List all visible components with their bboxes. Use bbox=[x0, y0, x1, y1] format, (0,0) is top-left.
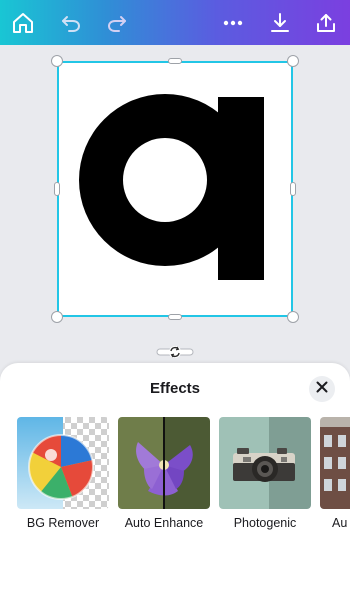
letter-a-graphic[interactable] bbox=[58, 62, 292, 316]
home-icon[interactable] bbox=[8, 8, 38, 38]
download-icon[interactable] bbox=[265, 8, 295, 38]
resize-handle-left[interactable] bbox=[54, 182, 60, 196]
resize-handle-top-left[interactable] bbox=[51, 55, 63, 67]
auto-enhance-thumbnail bbox=[118, 417, 210, 509]
bg-remover-thumbnail bbox=[17, 417, 109, 509]
effect-label: BG Remover bbox=[26, 516, 100, 530]
effect-label: Photogenic bbox=[233, 516, 297, 530]
effects-panel: Effects BG Remover Auto Enhance Photogen… bbox=[0, 363, 350, 596]
more-icon[interactable] bbox=[218, 8, 248, 38]
effects-list[interactable]: BG Remover Auto Enhance Photogenic Au bbox=[17, 417, 350, 537]
undo-icon[interactable] bbox=[56, 8, 86, 38]
effect-label: Auto Enhance bbox=[124, 516, 204, 530]
effect-photogenic[interactable]: Photogenic bbox=[219, 417, 311, 530]
resize-handle-bottom-left[interactable] bbox=[51, 311, 63, 323]
effect-partial[interactable]: Au bbox=[320, 417, 350, 530]
effect-auto-enhance[interactable]: Auto Enhance bbox=[118, 417, 210, 530]
redo-icon[interactable] bbox=[102, 8, 132, 38]
resize-handle-bottom[interactable] bbox=[168, 314, 182, 320]
share-icon[interactable] bbox=[311, 8, 341, 38]
close-button[interactable] bbox=[309, 376, 335, 402]
resize-handle-right[interactable] bbox=[290, 182, 296, 196]
effect-label: Au bbox=[332, 516, 348, 530]
design-page[interactable] bbox=[58, 62, 292, 316]
partial-effect-thumbnail bbox=[320, 417, 350, 509]
top-toolbar bbox=[0, 0, 350, 45]
resize-handle-bottom-right[interactable] bbox=[287, 311, 299, 323]
photogenic-thumbnail bbox=[219, 417, 311, 509]
close-icon bbox=[316, 380, 328, 398]
resize-handle-top-right[interactable] bbox=[287, 55, 299, 67]
effect-bg-remover[interactable]: BG Remover bbox=[17, 417, 109, 530]
resize-handle-top[interactable] bbox=[168, 58, 182, 64]
rotate-handle[interactable] bbox=[156, 343, 194, 361]
panel-title: Effects bbox=[149, 380, 201, 397]
